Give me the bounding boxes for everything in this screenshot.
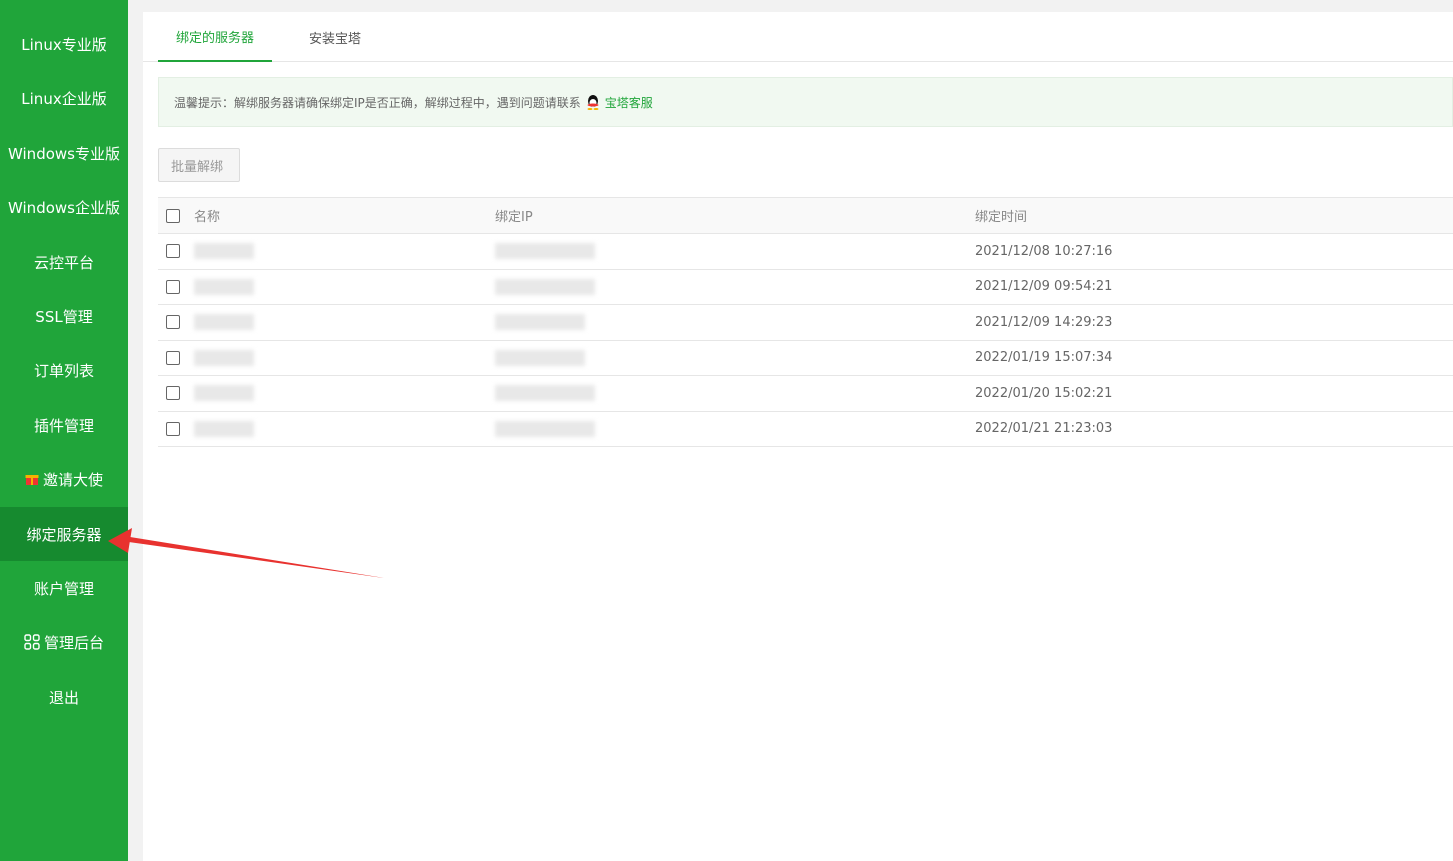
sidebar-item-logout[interactable]: 退出 [0, 670, 128, 724]
server-table: 名称 绑定IP 绑定时间 2021/12/08 10:27:16 2021/12… [158, 197, 1453, 447]
tip-banner: 温馨提示：解绑服务器请确保绑定IP是否正确，解绑过程中，遇到问题请联系 宝塔客服 [158, 77, 1453, 127]
table-row: 2022/01/21 21:23:03 [158, 411, 1453, 447]
redacted-name [194, 243, 254, 260]
redacted-ip [495, 385, 595, 402]
sidebar-item-label: 插件管理 [33, 416, 94, 435]
sidebar-item-orders[interactable]: 订单列表 [0, 343, 128, 397]
table-row: 2022/01/20 15:02:21 [158, 375, 1453, 412]
header-time: 绑定时间 [975, 197, 1453, 234]
row-time: 2022/01/21 21:23:03 [975, 411, 1453, 447]
row-checkbox[interactable] [166, 315, 180, 330]
row-time: 2022/01/19 15:07:34 [975, 340, 1453, 376]
sidebar-item-label: Linux企业版 [21, 89, 107, 108]
table-header-row: 名称 绑定IP 绑定时间 [158, 197, 1453, 234]
row-checkbox[interactable] [166, 279, 180, 294]
sidebar-item-label: Linux专业版 [21, 35, 107, 54]
header-ip: 绑定IP [495, 197, 975, 234]
row-checkbox[interactable] [166, 244, 180, 259]
table-row: 2021/12/08 10:27:16 [158, 233, 1453, 270]
sidebar-item-label: 账户管理 [33, 579, 94, 598]
grid-icon [24, 634, 40, 650]
sidebar-item-ssl[interactable]: SSL管理 [0, 289, 128, 343]
sidebar-item-windows-enterprise[interactable]: Windows企业版 [0, 180, 128, 234]
redacted-name [194, 314, 254, 331]
tip-text: 温馨提示：解绑服务器请确保绑定IP是否正确，解绑过程中，遇到问题请联系 [174, 95, 581, 110]
row-checkbox[interactable] [166, 350, 180, 365]
batch-unbind-button[interactable]: 批量解绑 [158, 148, 240, 182]
main-panel: 绑定的服务器 安装宝塔 温馨提示：解绑服务器请确保绑定IP是否正确，解绑过程中，… [143, 12, 1453, 861]
row-time: 2022/01/20 15:02:21 [975, 375, 1453, 412]
redacted-ip [495, 243, 595, 260]
sidebar-item-admin[interactable]: 管理后台 [0, 615, 128, 669]
tab-bar: 绑定的服务器 安装宝塔 [143, 12, 1453, 62]
redacted-name [194, 420, 254, 437]
sidebar-item-label: 管理后台 [43, 633, 104, 652]
redacted-ip [495, 314, 585, 331]
sidebar-item-label: 云控平台 [33, 253, 94, 272]
sidebar-item-label: 退出 [48, 688, 79, 707]
sidebar-item-cloud-control[interactable]: 云控平台 [0, 235, 128, 289]
sidebar: Linux专业版 Linux企业版 Windows专业版 Windows企业版 … [0, 0, 128, 861]
table-row: 2021/12/09 09:54:21 [158, 269, 1453, 305]
gift-icon [25, 472, 39, 486]
sidebar-item-account[interactable]: 账户管理 [0, 561, 128, 615]
redacted-name [194, 385, 254, 402]
redacted-name [194, 349, 254, 366]
row-checkbox[interactable] [166, 421, 180, 436]
sidebar-item-windows-pro[interactable]: Windows专业版 [0, 126, 128, 180]
row-time: 2021/12/08 10:27:16 [975, 233, 1453, 270]
sidebar-item-invite[interactable]: 邀请大使 [0, 452, 128, 506]
sidebar-item-plugins[interactable]: 插件管理 [0, 398, 128, 452]
qq-icon [585, 94, 601, 110]
table-row: 2021/12/09 14:29:23 [158, 304, 1453, 341]
row-checkbox[interactable] [166, 386, 180, 401]
tab-bound-servers[interactable]: 绑定的服务器 [158, 12, 272, 62]
row-time: 2021/12/09 09:54:21 [975, 269, 1453, 305]
sidebar-item-label: Windows企业版 [8, 198, 120, 217]
sidebar-item-label: 绑定服务器 [26, 525, 102, 544]
sidebar-item-bind-server[interactable]: 绑定服务器 [0, 507, 128, 561]
sidebar-item-label: 邀请大使 [42, 470, 103, 489]
sidebar-item-label: 订单列表 [33, 361, 94, 380]
redacted-ip [495, 420, 595, 437]
sidebar-item-label: SSL管理 [35, 307, 93, 326]
redacted-ip [495, 278, 595, 295]
sidebar-item-linux-pro[interactable]: Linux专业版 [0, 17, 128, 71]
sidebar-item-label: Windows专业版 [8, 144, 120, 163]
redacted-ip [495, 349, 585, 366]
row-time: 2021/12/09 14:29:23 [975, 304, 1453, 341]
redacted-name [194, 278, 254, 295]
table-row: 2022/01/19 15:07:34 [158, 340, 1453, 376]
tab-install-bt[interactable]: 安装宝塔 [293, 12, 377, 62]
select-all-checkbox[interactable] [166, 208, 180, 223]
support-link[interactable]: 宝塔客服 [605, 94, 653, 111]
header-name: 名称 [194, 197, 495, 234]
sidebar-item-linux-enterprise[interactable]: Linux企业版 [0, 71, 128, 125]
